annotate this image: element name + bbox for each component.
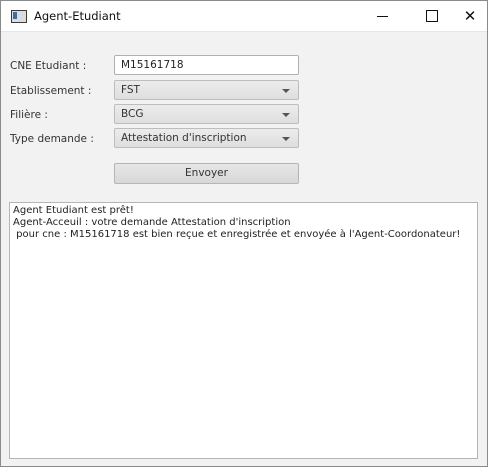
close-button[interactable]: ✕: [453, 1, 487, 31]
title-bar[interactable]: Agent-Etudiant ✕: [1, 1, 487, 32]
chevron-down-icon: [282, 137, 290, 141]
minimize-icon: [376, 15, 388, 17]
etablissement-label: Etablissement :: [10, 85, 92, 97]
etablissement-value: FST: [121, 84, 140, 96]
app-window: Agent-Etudiant ✕ CNE Etudiant : M1516171…: [0, 0, 488, 467]
request-form: CNE Etudiant : M15161718 Etablissement :…: [1, 32, 487, 195]
log-line: Agent-Acceuil : votre demande Attestatio…: [13, 217, 291, 228]
filiere-label: Filière :: [10, 109, 48, 121]
type-demande-select[interactable]: Attestation d'inscription: [114, 128, 299, 148]
maximize-button[interactable]: [409, 1, 455, 31]
close-icon: ✕: [463, 7, 477, 25]
cne-input[interactable]: M15161718: [114, 55, 299, 75]
send-button[interactable]: Envoyer: [114, 163, 299, 184]
minimize-button[interactable]: [359, 1, 405, 31]
chevron-down-icon: [282, 113, 290, 117]
app-window-icon: [11, 10, 27, 23]
window-title: Agent-Etudiant: [34, 9, 121, 23]
filiere-value: BCG: [121, 108, 144, 120]
cne-label: CNE Etudiant :: [10, 60, 87, 72]
filiere-select[interactable]: BCG: [114, 104, 299, 124]
etablissement-select[interactable]: FST: [114, 80, 299, 100]
log-line: Agent Etudiant est prêt!: [13, 205, 134, 216]
log-line: pour cne : M15161718 est bien reçue et e…: [13, 229, 461, 240]
type-demande-value: Attestation d'inscription: [121, 132, 247, 144]
maximize-icon: [426, 10, 438, 22]
log-textarea[interactable]: Agent Etudiant est prêt! Agent-Acceuil :…: [9, 202, 478, 459]
chevron-down-icon: [282, 89, 290, 93]
type-demande-label: Type demande :: [10, 133, 94, 145]
